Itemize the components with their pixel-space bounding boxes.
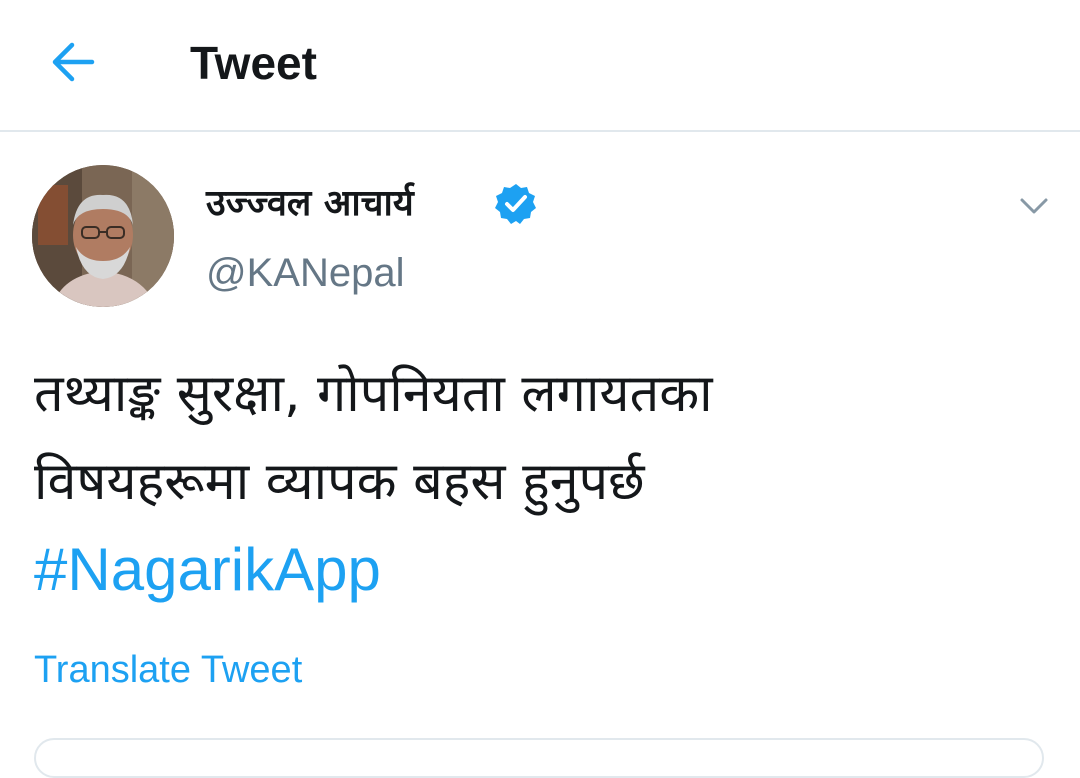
- chevron-down-icon: [1020, 198, 1048, 214]
- arrow-left-icon: [52, 42, 95, 82]
- top-bar: Tweet: [0, 0, 1080, 132]
- profile-photo: [32, 165, 174, 307]
- tweet-text-line: विषयहरूमा व्यापक बहस हुनुपर्छ: [34, 452, 645, 512]
- tweet-text-line: तथ्याङ्क सुरक्षा, गोपनियता लगायतका: [34, 364, 713, 424]
- tweet-text: तथ्याङ्क सुरक्षा, गोपनियता लगायतका विषयह…: [34, 350, 1044, 614]
- bottom-card-edge: [34, 738, 1044, 778]
- back-button[interactable]: [46, 36, 102, 88]
- avatar[interactable]: [32, 165, 174, 307]
- page-title: Tweet: [190, 37, 317, 89]
- author-display-name[interactable]: उज्ज्वल आचार्य: [206, 180, 414, 228]
- tweet-menu-button[interactable]: [1014, 186, 1054, 226]
- translate-tweet-link[interactable]: Translate Tweet: [34, 646, 302, 694]
- verified-badge-icon: [494, 182, 538, 226]
- author-handle[interactable]: @KANepal: [206, 248, 404, 298]
- hashtag-link[interactable]: #NagarikApp: [34, 526, 1044, 614]
